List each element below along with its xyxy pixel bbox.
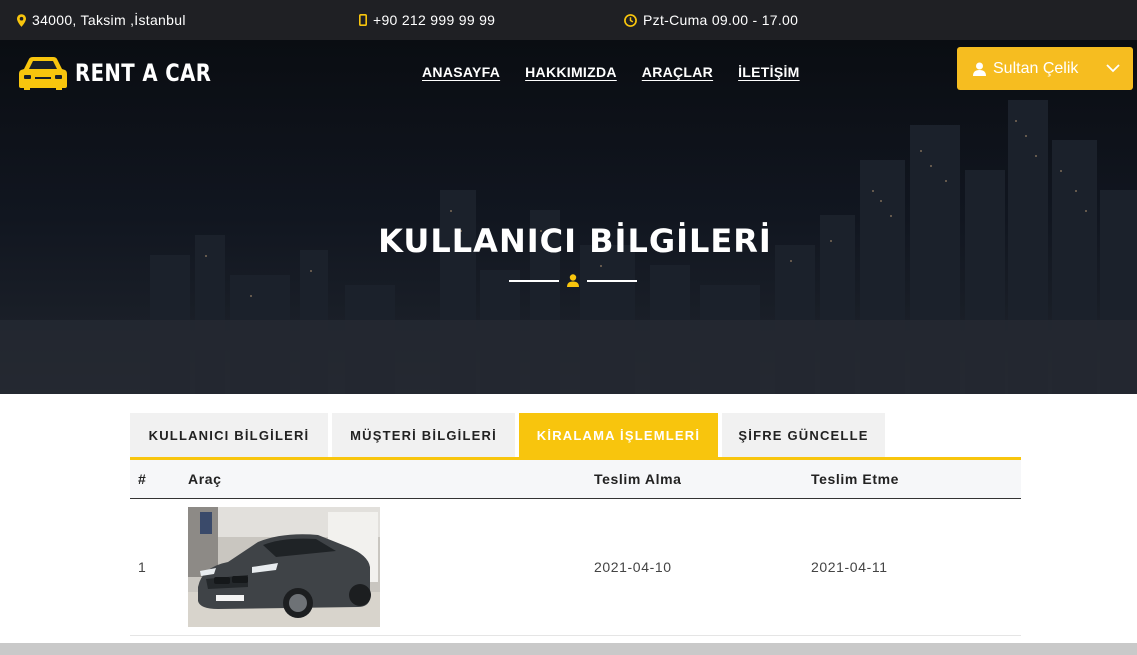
nav-link-cars[interactable]: ARAÇLAR [642, 64, 713, 80]
divider-line-right [587, 279, 637, 282]
hours-info: Pzt-Cuma 09.00 - 17.00 [624, 12, 798, 28]
title-divider [509, 274, 637, 287]
phone-info: +90 212 999 99 99 [359, 12, 495, 28]
tab-rental-transactions[interactable]: KİRALAMA İŞLEMLERİ [519, 413, 718, 457]
hero-banner: RENT A CAR ANASAYFA HAKKIMIZDA ARAÇLAR İ… [0, 40, 1137, 394]
car-image[interactable] [188, 507, 380, 627]
address-text: 34000, Taksim ,İstanbul [32, 12, 186, 28]
brand-logo[interactable]: RENT A CAR [18, 55, 241, 91]
main-navbar: RENT A CAR ANASAYFA HAKKIMIZDA ARAÇLAR İ… [0, 40, 1137, 106]
rentals-table: # Araç Teslim Alma Teslim Etme 1 2021-04… [130, 460, 1021, 636]
phone-text: +90 212 999 99 99 [373, 12, 496, 28]
row-return-date: 2021-04-11 [811, 559, 888, 575]
chevron-down-icon [1106, 64, 1120, 73]
nav-link-contact[interactable]: İLETİŞİM [738, 64, 800, 80]
mobile-phone-icon [359, 14, 367, 26]
brand-name: RENT A CAR [75, 59, 212, 87]
tab-customer-info[interactable]: MÜŞTERİ BİLGİLERİ [332, 413, 515, 457]
map-marker-icon [17, 13, 26, 27]
table-header: # Araç Teslim Alma Teslim Etme [130, 460, 1021, 499]
clock-icon [624, 13, 637, 27]
top-info-bar: 34000, Taksim ,İstanbul +90 212 999 99 9… [0, 0, 1137, 40]
footer-strip [0, 643, 1137, 655]
table-row: 1 2021-04-10 2021-04-11 [130, 499, 1021, 636]
tab-user-info[interactable]: KULLANICI BİLGİLERİ [130, 413, 328, 457]
tab-change-password[interactable]: ŞİFRE GÜNCELLE [722, 413, 885, 457]
divider-line-left [509, 279, 559, 282]
user-icon [973, 62, 986, 76]
profile-tabs: KULLANICI BİLGİLERİ MÜŞTERİ BİLGİLERİ Kİ… [130, 413, 885, 460]
hours-text: Pzt-Cuma 09.00 - 17.00 [643, 12, 799, 28]
header-return: Teslim Etme [811, 471, 900, 487]
user-icon [567, 274, 579, 287]
row-pickup-date: 2021-04-10 [594, 559, 672, 575]
car-photo [188, 507, 380, 627]
header-car: Araç [188, 471, 222, 487]
header-pickup: Teslim Alma [594, 471, 682, 487]
car-icon [19, 57, 67, 90]
main-menu: ANASAYFA HAKKIMIZDA ARAÇLAR İLETİŞİM [422, 64, 800, 80]
nav-link-about[interactable]: HAKKIMIZDA [525, 64, 617, 80]
address-info: 34000, Taksim ,İstanbul [17, 12, 186, 28]
user-menu-button[interactable]: Sultan Çelik [957, 47, 1133, 90]
header-index: # [138, 471, 147, 487]
user-name: Sultan Çelik [993, 59, 1079, 77]
nav-link-home[interactable]: ANASAYFA [422, 64, 500, 80]
page-title: KULLANICI BİLGİLERİ [378, 222, 772, 260]
row-index: 1 [138, 559, 147, 575]
